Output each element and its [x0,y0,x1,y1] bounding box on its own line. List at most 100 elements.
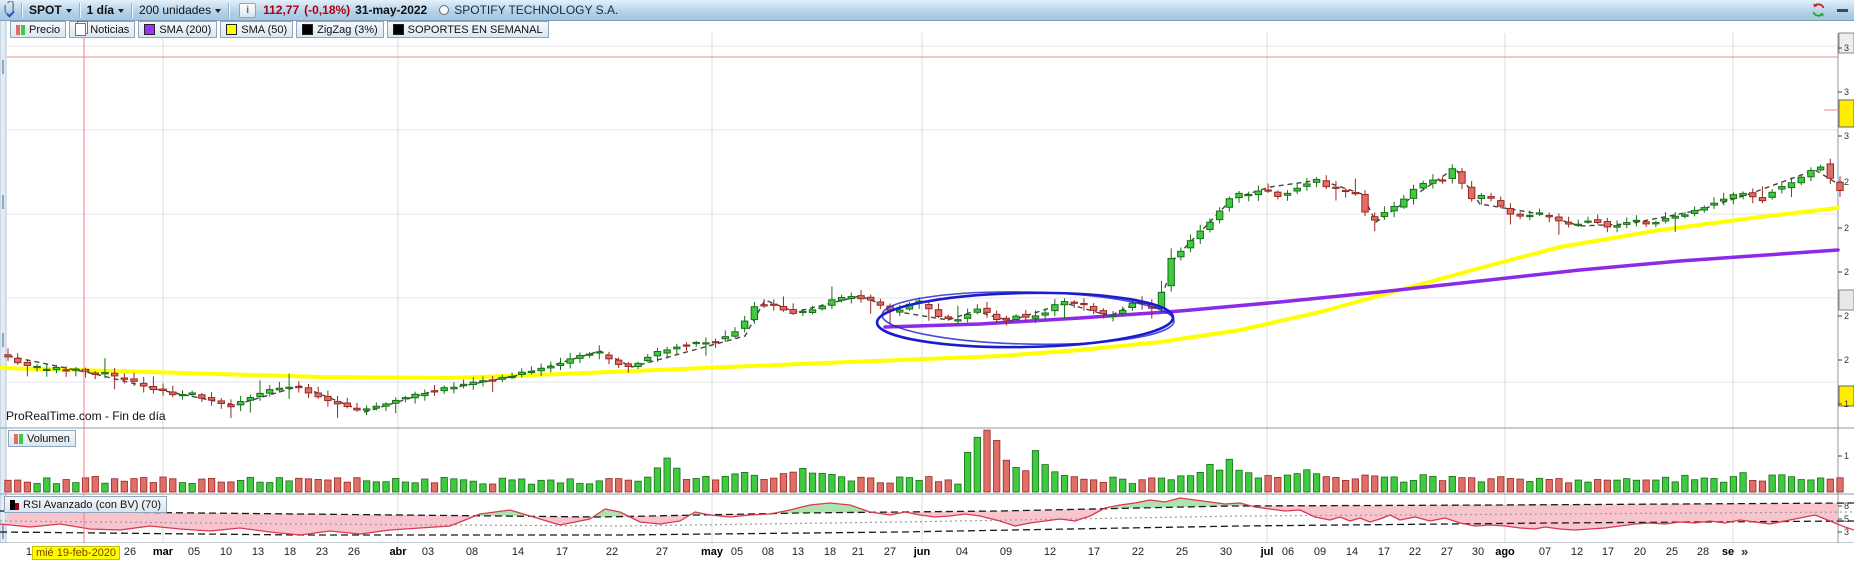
symbol-label: SPOT [29,3,62,17]
axis-digit: 2 [1844,267,1849,277]
legend-item-soportes-en-semanal[interactable]: SOPORTES EN SEMANAL [386,21,549,38]
axis-digit: 3 [1844,43,1849,53]
chevron-down-icon [215,9,222,13]
axis-date-label: 26 [347,546,361,558]
axis-date-label: 30 [1219,546,1233,558]
volume-panel-label: Volumen [27,432,70,445]
axis-date-label: 12 [1570,546,1584,558]
axis-digit: 1 [1844,399,1849,409]
axis-digit: 2 [1844,355,1849,365]
refresh-icon[interactable] [1810,2,1827,18]
axis-date-label: 25 [1175,546,1189,558]
legend-item-precio[interactable]: Precio [10,21,67,38]
axis-digit: 2 [1844,177,1849,187]
volume-panel-chip[interactable]: Volumen [8,430,76,447]
minimize-icon[interactable] [1837,8,1848,12]
splitter-handle [2,60,4,74]
symbol-selector[interactable]: SPOT [22,0,79,20]
axis-date-label: 27 [883,546,897,558]
axis-date-label: 06 [1281,546,1295,558]
color-swatch-icon [226,24,238,35]
color-swatch-icon [392,24,404,35]
chevron-down-icon [118,9,125,13]
cursor-date-label: mié 19-feb-2020 [31,546,121,560]
axis-digit: 1 [1844,451,1849,461]
chart-canvas[interactable]: 3332222211853 [0,0,1854,562]
axis-date-label: mar [152,546,174,558]
color-swatch-icon [144,24,156,35]
legend-row: Precio Noticias SMA (200) SMA (50) ZigZag (3… [10,21,549,38]
axis-date-label: 22 [1408,546,1422,558]
axis-date-label: 12 [1043,546,1057,558]
axis-date-label: 23 [315,546,329,558]
chevron-down-icon [65,9,72,13]
axis-digit: 5 [1844,514,1849,524]
axis-date-label: 09 [999,546,1013,558]
axis-date-label: jun [913,546,931,558]
axis-date-label: 17 [1087,546,1101,558]
timeframe-selector[interactable]: 1 día [80,0,131,20]
legend-item-label: Noticias [90,23,130,36]
info-icon[interactable]: i [239,2,257,18]
rsi-panel-chip[interactable]: RSI Avanzado (con BV) (70) [4,496,167,513]
axis-date-label: 17 [1377,546,1391,558]
axis-date-label: ago [1495,546,1515,558]
prorealtime-chart-window: 3332222211853 SPOT 1 día 200 unidades i … [0,0,1854,562]
legend-item-sma-50[interactable]: SMA (50) [220,21,294,38]
axis-date-label: 28 [1696,546,1710,558]
units-label: 200 unidades [139,3,212,17]
status-dot-icon [439,5,450,15]
axis-date-label: jul [1260,546,1274,558]
splitter-handle [2,333,4,347]
axis-date-label: 26 [123,546,137,558]
legend-item-sma-200[interactable]: SMA (200) [138,21,218,38]
timeframe-label: 1 día [86,3,115,17]
legend-item-label: SMA (50) [241,23,288,36]
axis-marker-box [1838,289,1854,311]
axis-digit: 3 [1844,87,1849,97]
axis-date-label: 25 [1665,546,1679,558]
axis-digit: 2 [1844,223,1849,233]
axis-digit: 3 [1844,131,1849,141]
axis-date-label: 08 [465,546,479,558]
legend-item-noticias[interactable]: Noticias [69,21,136,38]
rsi-panel-label: RSI Avanzado (con BV) (70) [23,498,161,511]
axis-date-label: 27 [655,546,669,558]
axis-date-label: 10 [219,546,233,558]
axis-date-label: 21 [851,546,865,558]
legend-item-label: Precio [29,23,61,36]
axis-date-label: abr [389,546,407,558]
axis-date-label: 17 [1601,546,1615,558]
axis-date-label: 18 [283,546,297,558]
axis-date-label: 03 [421,546,435,558]
axis-digit: 2 [1844,311,1849,321]
legend-item-zigzag-3[interactable]: ZigZag (3%) [296,21,384,38]
color-swatch-icon [302,24,314,35]
axis-date-label: may [700,546,724,558]
rsi-icon [10,499,19,510]
toolbar: SPOT 1 día 200 unidades i 112,77 (-0,18%… [0,0,1854,21]
last-price: 112,77 [263,3,300,17]
axis-date-label: 18 [823,546,837,558]
splitter-handle [2,195,4,209]
axis-date-label: 07 [1538,546,1552,558]
scroll-right-button[interactable]: » [1741,544,1748,559]
axis-date-label: 30 [1471,546,1485,558]
axis-date-label: 22 [1131,546,1145,558]
toolbar-separator [228,2,230,18]
axis-date-label: 14 [511,546,525,558]
axis-date-label: 14 [1345,546,1359,558]
last-price-label-box [1838,99,1854,128]
legend-item-label: ZigZag (3%) [317,23,378,36]
axis-date-label: 20 [1633,546,1647,558]
axis-date-label: 17 [555,546,569,558]
link-pin-icon[interactable] [0,1,21,19]
axis-date-label: 05 [730,546,744,558]
axis-date-label: 27 [1440,546,1454,558]
date-axis: » 12mié 19-feb-202026mar051013182326abr0… [0,543,1854,562]
axis-date-label: 09 [1313,546,1327,558]
units-selector[interactable]: 200 unidades [132,0,228,20]
axis-date-label: 08 [761,546,775,558]
news-icon [75,23,87,36]
watermark: ProRealTime.com - Fin de día [6,409,166,423]
